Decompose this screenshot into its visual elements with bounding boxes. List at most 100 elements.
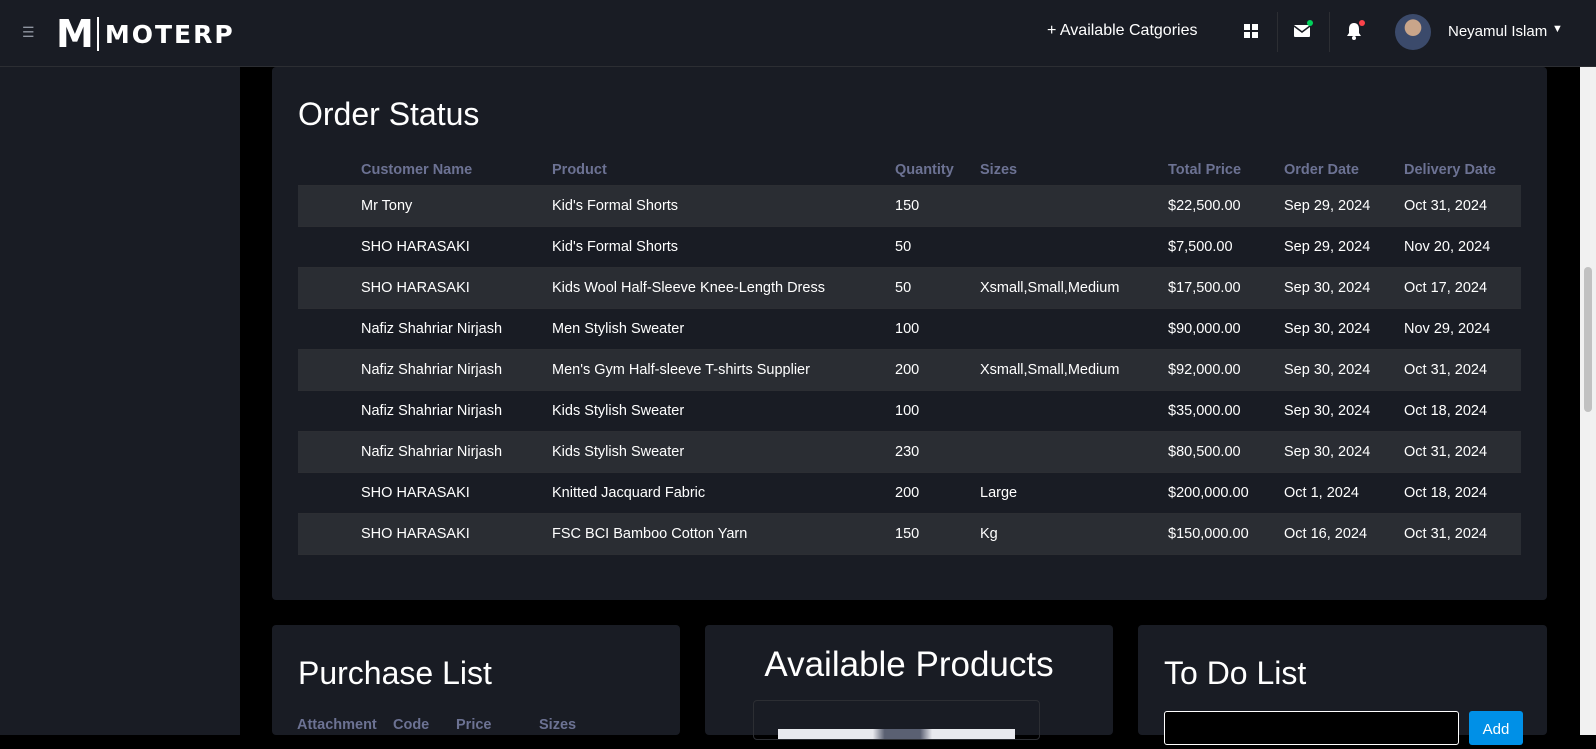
cell-customer: Nafiz Shahriar Nirjash — [361, 431, 552, 473]
cell-total: $17,500.00 — [1168, 267, 1284, 309]
cell-customer: Nafiz Shahriar Nirjash — [361, 349, 552, 391]
table-row: Nafiz Shahriar Nirjash Kids Stylish Sweat… — [298, 431, 1521, 473]
cell-customer: SHO HARASAKI — [361, 472, 552, 514]
bell-notification-dot — [1359, 20, 1365, 26]
purchase-list-card: Purchase List Attachment Code Price Size… — [272, 625, 680, 735]
cell-sizes: Xsmall,Small,Medium — [980, 267, 1168, 309]
table-row: Nafiz Shahriar Nirjash Men's Gym Half-sle… — [298, 349, 1521, 391]
cell-delivery-date: Oct 31, 2024 — [1404, 513, 1521, 555]
cell-customer: Nafiz Shahriar Nirjash — [361, 308, 552, 350]
cell-quantity: 150 — [895, 513, 980, 555]
cell-quantity: 100 — [895, 308, 980, 350]
row-spacer — [298, 513, 361, 555]
cell-delivery-date: Oct 31, 2024 — [1404, 349, 1521, 391]
cell-product: Men's Gym Half-sleeve T-shirts Supplier — [552, 349, 895, 391]
row-spacer — [298, 185, 361, 227]
purchase-list-title: Purchase List — [298, 655, 492, 691]
order-status-title: Order Status — [298, 96, 480, 132]
avatar[interactable] — [1395, 14, 1431, 50]
cell-customer: Mr Tony — [361, 185, 552, 227]
cell-order-date: Sep 29, 2024 — [1284, 185, 1404, 227]
sidebar — [0, 67, 240, 735]
cell-product: Kid's Formal Shorts — [552, 226, 895, 268]
cell-delivery-date: Oct 31, 2024 — [1404, 431, 1521, 473]
column-header: Price — [456, 717, 492, 733]
cell-customer: SHO HARASAKI — [361, 513, 552, 555]
cell-sizes — [980, 226, 1168, 268]
user-name[interactable]: Neyamul Islam — [1448, 23, 1547, 40]
purchase-table-header: Attachment Code Price Sizes — [297, 717, 599, 733]
cell-sizes — [980, 390, 1168, 432]
cell-order-date: Sep 30, 2024 — [1284, 267, 1404, 309]
table-header-spacer — [298, 155, 361, 186]
cell-product: Kids Wool Half-Sleeve Knee-Length Dress — [552, 267, 895, 309]
grid-icon[interactable] — [1240, 20, 1262, 42]
cell-total: $35,000.00 — [1168, 390, 1284, 432]
cell-delivery-date: Nov 29, 2024 — [1404, 308, 1521, 350]
chevron-down-icon[interactable]: ▼ — [1552, 23, 1563, 35]
add-button[interactable]: Add — [1469, 711, 1523, 745]
scrollbar-thumb[interactable] — [1584, 267, 1592, 412]
cell-delivery-date: Oct 18, 2024 — [1404, 390, 1521, 432]
cell-quantity: 150 — [895, 185, 980, 227]
scrollbar[interactable] — [1580, 67, 1596, 735]
cell-sizes — [980, 431, 1168, 473]
cell-quantity: 50 — [895, 267, 980, 309]
cell-product: Men Stylish Sweater — [552, 308, 895, 350]
cell-total: $80,500.00 — [1168, 431, 1284, 473]
cell-product: Kids Stylish Sweater — [552, 390, 895, 432]
cell-quantity: 200 — [895, 349, 980, 391]
top-navbar: ☰ M MOTERP + Available Catgories Neyamul… — [0, 0, 1596, 67]
logo[interactable]: M MOTERP — [56, 12, 235, 56]
column-header: Delivery Date — [1404, 155, 1521, 186]
cell-product: Kids Stylish Sweater — [552, 431, 895, 473]
cell-order-date: Sep 29, 2024 — [1284, 226, 1404, 268]
cell-order-date: Sep 30, 2024 — [1284, 390, 1404, 432]
cell-customer: SHO HARASAKI — [361, 267, 552, 309]
table-row: Mr Tony Kid's Formal Shorts 150 $22,500.00 S… — [298, 185, 1521, 227]
available-categories-link[interactable]: + Available Catgories — [1047, 22, 1197, 40]
row-spacer — [298, 431, 361, 473]
todo-input[interactable] — [1164, 711, 1459, 745]
row-spacer — [298, 267, 361, 309]
logo-divider — [96, 17, 99, 51]
cell-total: $7,500.00 — [1168, 226, 1284, 268]
column-header: Quantity — [895, 155, 980, 186]
nav-divider — [1329, 12, 1330, 52]
mail-notification-dot — [1307, 20, 1313, 26]
cell-sizes — [980, 308, 1168, 350]
cell-total: $22,500.00 — [1168, 185, 1284, 227]
cell-total: $90,000.00 — [1168, 308, 1284, 350]
column-header: Product — [552, 155, 895, 186]
cell-order-date: Oct 16, 2024 — [1284, 513, 1404, 555]
column-header: Total Price — [1168, 155, 1284, 186]
column-header: Attachment — [297, 717, 377, 733]
column-header: Order Date — [1284, 155, 1404, 186]
column-header: Sizes — [980, 155, 1168, 186]
cell-quantity: 200 — [895, 472, 980, 514]
logo-text: MOTERP — [104, 19, 235, 49]
hamburger-icon[interactable]: ☰ — [22, 22, 38, 42]
cell-quantity: 50 — [895, 226, 980, 268]
cell-sizes — [980, 185, 1168, 227]
table-row: Nafiz Shahriar Nirjash Kids Stylish Sweat… — [298, 390, 1521, 432]
table-row: SHO HARASAKI Knitted Jacquard Fabric 200 La… — [298, 472, 1521, 514]
available-products-title: Available Products — [764, 645, 1054, 684]
todo-list-title: To Do List — [1164, 655, 1307, 691]
logo-mark: M — [56, 12, 94, 56]
cell-customer: SHO HARASAKI — [361, 226, 552, 268]
cell-sizes: Kg — [980, 513, 1168, 555]
table-row: Nafiz Shahriar Nirjash Men Stylish Sweate… — [298, 308, 1521, 350]
column-header: Sizes — [539, 717, 577, 733]
table-row: SHO HARASAKI FSC BCI Bamboo Cotton Yarn 15… — [298, 513, 1521, 555]
product-image[interactable] — [778, 729, 1015, 739]
cell-sizes: Large — [980, 472, 1168, 514]
cell-product: Kid's Formal Shorts — [552, 185, 895, 227]
row-spacer — [298, 308, 361, 350]
cell-product: FSC BCI Bamboo Cotton Yarn — [552, 513, 895, 555]
cell-delivery-date: Oct 18, 2024 — [1404, 472, 1521, 514]
cell-order-date: Sep 30, 2024 — [1284, 308, 1404, 350]
cell-delivery-date: Nov 20, 2024 — [1404, 226, 1521, 268]
cell-total: $92,000.00 — [1168, 349, 1284, 391]
cell-order-date: Sep 30, 2024 — [1284, 349, 1404, 391]
